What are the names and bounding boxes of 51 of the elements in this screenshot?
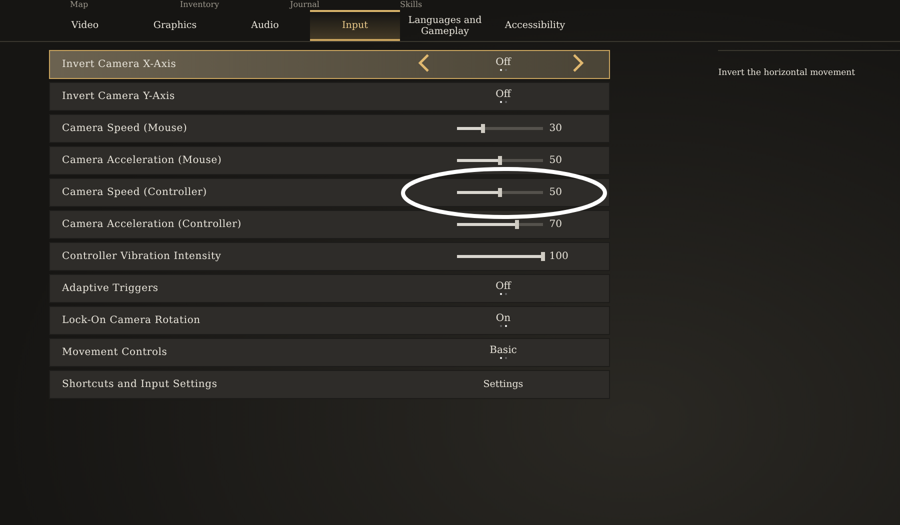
setting-description: Invert the horizontal movement <box>718 68 856 78</box>
setting-row[interactable]: Camera Acceleration (Mouse) 50 <box>49 146 610 175</box>
right-chevron-icon[interactable] <box>571 53 586 73</box>
setting-row[interactable]: Lock-On Camera Rotation On <box>49 306 610 335</box>
setting-row[interactable]: Shortcuts and Input Settings Settings <box>49 370 610 399</box>
slider-value: 70 <box>549 219 563 230</box>
option-value: Off <box>496 281 511 292</box>
setting-label: Camera Speed (Controller) <box>62 187 208 198</box>
slider-value: 100 <box>549 251 570 262</box>
settings-tab[interactable]: Audio <box>220 10 310 41</box>
setting-label: Adaptive Triggers <box>62 283 160 294</box>
slider-value: 50 <box>549 155 563 166</box>
setting-row[interactable]: Invert Camera Y-Axis Off <box>49 82 610 111</box>
slider-thumb[interactable] <box>515 220 520 229</box>
settings-button[interactable]: Settings <box>479 377 528 392</box>
setting-row[interactable]: Camera Speed (Controller) 50 <box>49 178 610 207</box>
settings-tab[interactable]: Accessibility <box>490 10 580 41</box>
settings-tab[interactable]: Video <box>40 10 130 41</box>
settings-tab[interactable]: Input <box>310 10 400 41</box>
setting-label: Movement Controls <box>62 347 168 358</box>
setting-row[interactable]: Controller Vibration Intensity 100 <box>49 242 610 271</box>
top-menu-item[interactable]: Map <box>70 0 180 10</box>
option-value: Off <box>496 89 511 100</box>
setting-row[interactable]: Adaptive Triggers Off <box>49 274 610 303</box>
top-menu-item[interactable]: Inventory <box>180 0 290 10</box>
setting-label: Shortcuts and Input Settings <box>62 379 218 390</box>
slider-value: 50 <box>549 187 563 198</box>
slider-thumb[interactable] <box>541 252 546 261</box>
settings-tab[interactable]: Languages and Gameplay <box>400 10 490 41</box>
option-value: On <box>496 313 511 324</box>
setting-label: Camera Acceleration (Controller) <box>62 219 242 230</box>
setting-row[interactable]: Camera Speed (Mouse) 30 <box>49 114 610 143</box>
option-value: Basic <box>490 345 517 356</box>
top-menu-item[interactable]: Journal <box>290 0 400 10</box>
setting-row[interactable]: Movement Controls Basic <box>49 338 610 367</box>
setting-label: Controller Vibration Intensity <box>62 251 222 262</box>
slider-thumb[interactable] <box>481 124 486 133</box>
setting-label: Camera Acceleration (Mouse) <box>62 155 223 166</box>
setting-label: Lock-On Camera Rotation <box>62 315 202 326</box>
setting-label: Invert Camera Y-Axis <box>62 91 176 102</box>
settings-tab[interactable]: Graphics <box>130 10 220 41</box>
setting-label: Camera Speed (Mouse) <box>62 123 188 134</box>
slider-value: 30 <box>549 123 563 134</box>
setting-row[interactable]: Camera Acceleration (Controller) 70 <box>49 210 610 239</box>
setting-row[interactable]: Invert Camera X-Axis Off <box>49 50 610 79</box>
slider-thumb[interactable] <box>498 156 502 165</box>
left-chevron-icon[interactable] <box>417 53 432 73</box>
option-value: Off <box>496 57 511 68</box>
top-menu-item[interactable]: Skills <box>400 0 510 10</box>
setting-label: Invert Camera X-Axis <box>62 59 178 70</box>
slider-thumb[interactable] <box>498 188 502 197</box>
